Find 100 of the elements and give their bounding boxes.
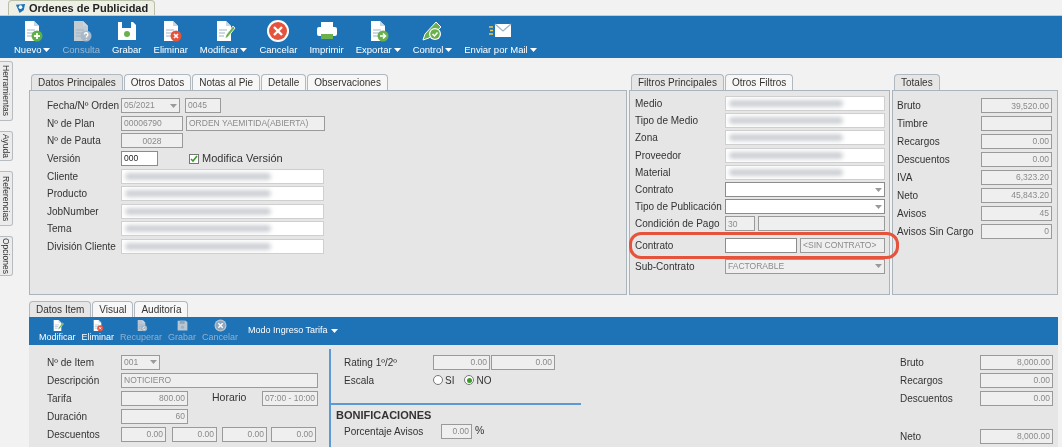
tab[interactable]: Detalle [261,74,307,90]
field-label: Zona [635,131,659,146]
text-field[interactable] [121,221,324,237]
field-label: Descuentos [900,391,954,406]
text-field[interactable] [725,237,797,253]
side-tab[interactable]: Ayuda [0,131,13,161]
text-field[interactable] [121,186,324,202]
field-label: Avisos [897,206,928,221]
radio-label: SI [445,373,455,388]
toolbar-button[interactable]: Enviar por Mail [462,16,539,58]
dropdown-field[interactable] [725,182,885,198]
tab[interactable]: Datos Item [29,301,92,317]
text-field[interactable]: 0.00 [172,426,217,442]
text-field[interactable] [121,239,324,255]
tab[interactable]: Notas al Pie [192,74,261,90]
text-field[interactable] [725,147,885,163]
text-field[interactable]: 0 [981,223,1052,239]
text-field[interactable]: 0.00 [491,354,555,370]
text-field[interactable]: 0.00 [980,390,1053,406]
check-icon [190,154,198,163]
text-field[interactable]: 0.00 [981,152,1052,168]
radio-button[interactable] [433,375,443,385]
radio-button[interactable] [464,375,475,385]
field-label: Condición de Pago [635,217,721,232]
text-field[interactable]: 0.00 [980,372,1053,388]
text-field[interactable]: 0.00 [981,134,1052,150]
text-field[interactable]: 45 [981,205,1052,221]
toolbar-button[interactable]: Grabar [109,16,144,58]
tab[interactable]: Filtros Principales [631,74,724,90]
field-label: Nº de Item [47,355,95,370]
checkbox[interactable] [189,153,199,164]
tab[interactable]: Observaciones [307,74,388,90]
text-field[interactable]: 0028 [121,133,183,149]
field-label: Recargos [897,135,941,150]
text-field[interactable]: 45,843.20 [981,187,1052,203]
text-field[interactable]: <SIN CONTRATO> [800,237,885,253]
text-field[interactable] [725,164,885,180]
text-field[interactable]: 0.00 [433,354,490,370]
field-label: Versión [47,152,82,167]
dropdown-caret-icon [529,48,537,52]
tab[interactable]: Otros Filtros [724,74,794,90]
dropdown-field[interactable]: 001 [121,354,160,370]
text-field[interactable]: 0.00 [222,426,267,442]
dropdown-field[interactable]: 05/2021 [121,98,180,114]
field-label: Rating 1º/2º [344,355,398,370]
side-tab[interactable]: Herramientas [0,61,13,121]
dropdown-field[interactable] [725,199,885,215]
text-field[interactable]: 0.00 [271,426,316,442]
tab[interactable]: Totales [894,74,940,90]
side-tab[interactable]: Opciones [0,236,13,276]
text-field[interactable]: 6,323.20 [981,170,1052,185]
toolbar-button[interactable]: Cancelar [257,16,300,58]
text-field[interactable]: 07:00 - 10:00 [262,390,318,406]
side-tab[interactable]: Referencias [0,171,13,226]
text-field[interactable]: 39,520.00 [981,98,1052,114]
text-field[interactable]: 8,000.00 [980,354,1053,370]
text-field[interactable]: 000 [121,151,158,167]
caret-icon [875,187,882,192]
shield-logo-icon [15,2,26,14]
mode-dropdown[interactable]: Modo Ingreso Tarifa [248,324,338,338]
text-field[interactable] [121,168,324,184]
text-field[interactable] [981,116,1052,132]
window-title-tab[interactable]: Ordenes de Publicidad [8,0,156,15]
field-label: Fecha/Nº Orden [47,99,121,114]
text-field[interactable]: 30 [725,216,755,232]
text-field[interactable]: 0.00 [441,423,472,439]
dropdown-caret-icon [43,48,51,52]
field-label: División Cliente [47,240,117,255]
toolbar-button[interactable]: Imprimir [307,16,346,58]
toolbar-button[interactable]: Modificar [197,16,250,58]
text-field[interactable]: NOTICIERO [121,372,318,388]
caret-icon [150,360,157,364]
toolbar-button[interactable]: Modificar [39,319,76,343]
toolbar-button[interactable]: Exportar [353,16,403,58]
toolbar-button[interactable]: Eliminar [151,16,190,58]
text-field[interactable] [725,130,885,146]
text-field[interactable]: 60 [121,408,188,424]
text-field[interactable]: 0.00 [121,426,166,442]
text-field[interactable] [725,96,885,112]
tab[interactable]: Auditoría [134,301,189,317]
radio-label: NO [476,373,492,388]
text-field[interactable] [725,113,885,129]
toolbar-button[interactable]: Control [410,16,455,58]
field-label: Neto [897,188,920,203]
text-field[interactable]: 800.00 [121,390,188,406]
text-field[interactable]: 00006790 [121,115,183,131]
field-label: Duración [47,409,89,424]
text-field[interactable]: ORDEN YAEMITIDA(ABIERTA) [186,115,325,131]
field-label: Sub-Contrato [635,259,696,274]
text-field[interactable]: 8,000.00 [980,428,1053,444]
tab[interactable]: Visual [92,301,134,317]
text-field[interactable] [121,203,324,219]
field-label: Tipo de Medio [635,114,699,129]
tab[interactable]: Datos Principales [31,74,123,90]
text-field[interactable] [758,216,885,232]
toolbar-button[interactable]: Eliminar [81,319,115,343]
field-label: Proveedor [635,148,683,163]
tab[interactable]: Otros Datos [123,74,192,90]
text-field[interactable]: 0045 [185,98,221,114]
toolbar-button[interactable]: Nuevo [12,16,53,58]
